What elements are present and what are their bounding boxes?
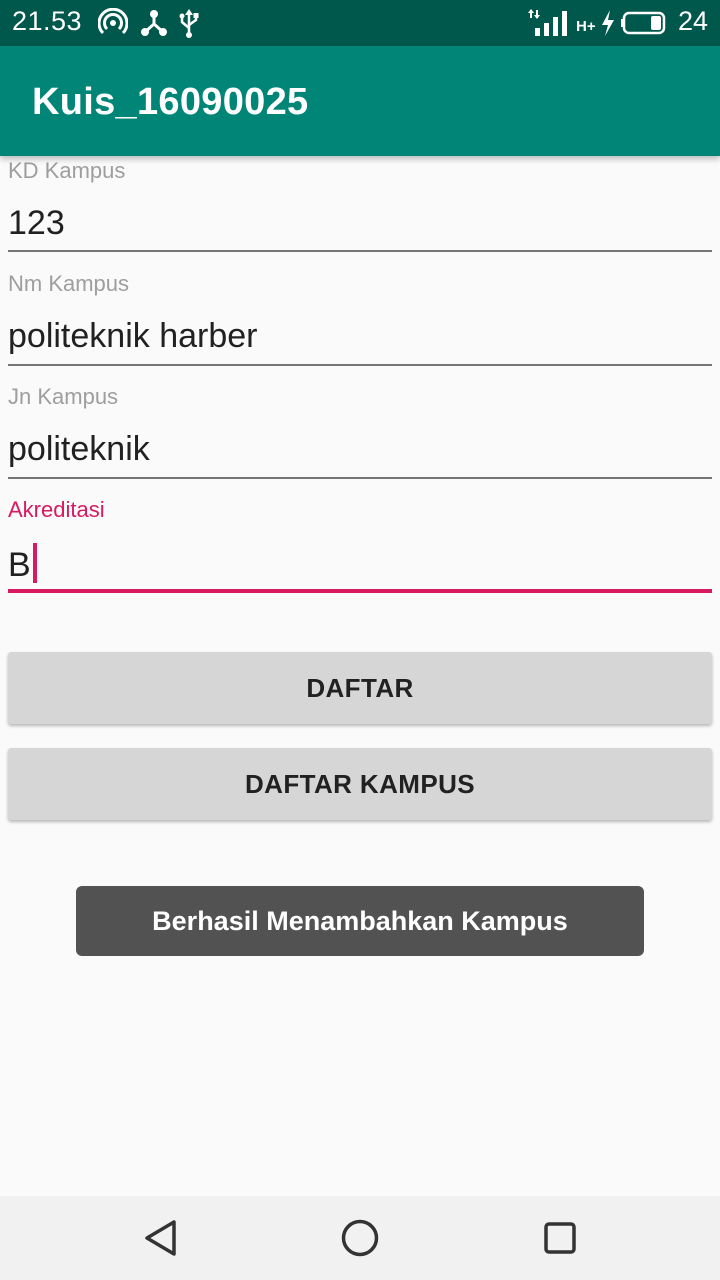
akreditasi-input-wrapper[interactable]: B [8,543,37,585]
share-icon [141,10,167,36]
kd-kampus-label: KD Kampus [8,158,126,183]
hotspot-icon [98,8,128,35]
akreditasi-underline [8,589,712,593]
app-screen: 21.53 H+ 24 Kuis_16090025 KD Kampus 123 … [0,0,720,1280]
app-title: Kuis_16090025 [32,81,309,123]
navigation-bar [0,1196,720,1280]
akreditasi-label: Akreditasi [8,497,105,522]
nm-kampus-label: Nm Kampus [8,271,130,296]
jn-kampus-label: Jn Kampus [8,384,119,409]
back-icon[interactable] [138,1216,182,1260]
kd-kampus-input[interactable]: 123 [8,204,65,243]
kd-kampus-underline [8,250,712,252]
charging-icon [602,10,614,36]
daftar-button[interactable]: DAFTAR [8,652,712,724]
status-bar: 21.53 H+ 24 [0,0,720,46]
recents-icon[interactable] [538,1216,582,1260]
akreditasi-field[interactable]: Akreditasi B [8,494,712,596]
jn-kampus-underline [8,477,712,479]
nm-kampus-input[interactable]: politeknik harber [8,317,257,356]
battery-level: 24 [677,6,708,36]
signal-icon [528,9,567,36]
nm-kampus-field[interactable]: Nm Kampus politeknik harber [8,268,712,368]
kd-kampus-field[interactable]: KD Kampus 123 [8,156,712,256]
app-bar: Kuis_16090025 [0,46,720,156]
jn-kampus-field[interactable]: Jn Kampus politeknik [8,381,712,481]
home-icon[interactable] [338,1216,382,1260]
battery-icon [621,11,666,35]
usb-icon [179,9,199,38]
status-time: 21.53 [12,6,83,36]
network-type: H+ [576,18,596,35]
nm-kampus-underline [8,364,712,366]
toast-message: Berhasil Menambahkan Kampus [76,886,644,956]
text-cursor [32,543,37,583]
akreditasi-input[interactable]: B [8,546,31,584]
daftar-kampus-button[interactable]: DAFTAR KAMPUS [8,748,712,820]
jn-kampus-input[interactable]: politeknik [8,430,150,469]
